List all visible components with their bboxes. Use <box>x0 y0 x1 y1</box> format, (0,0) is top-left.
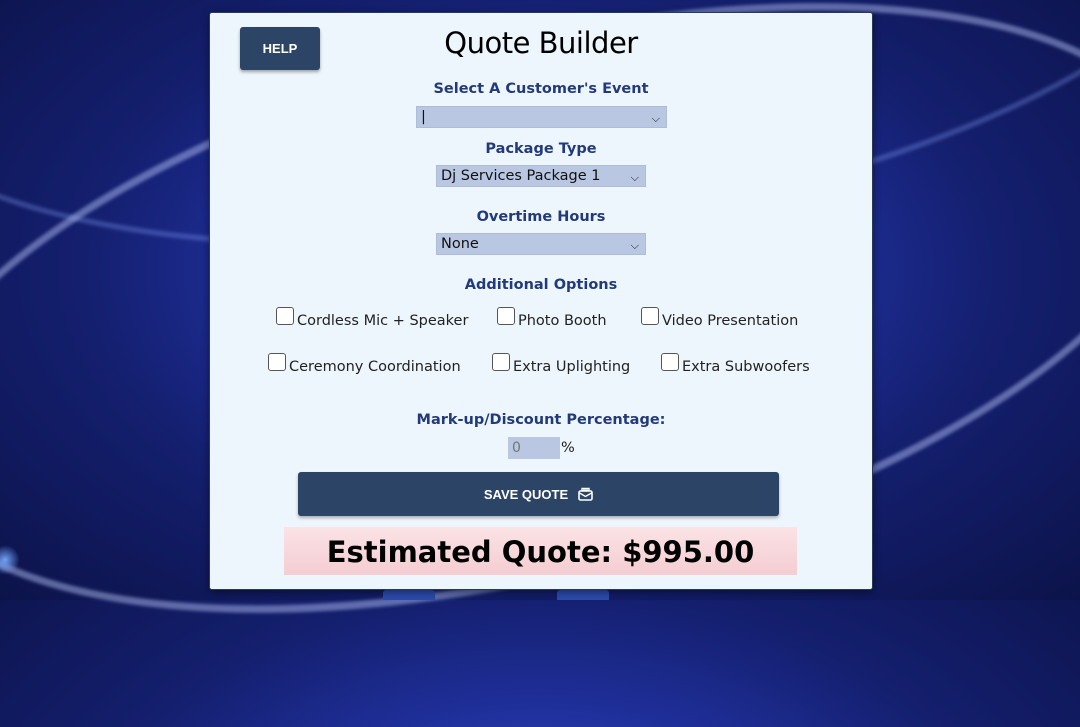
checkbox[interactable] <box>492 353 510 371</box>
markup-row: % <box>508 437 575 459</box>
chevron-down-icon: ⌵ <box>630 239 639 252</box>
page-title: Quote Builder <box>444 26 638 60</box>
checkbox[interactable] <box>661 353 679 371</box>
package-type-select[interactable]: Dj Services Package 1 ⌵ <box>436 165 646 187</box>
option-photo-booth[interactable]: Photo Booth <box>497 307 607 330</box>
percent-sign: % <box>561 440 575 456</box>
customer-event-select[interactable]: | ⌵ <box>416 106 667 128</box>
option-extra-subwoofers[interactable]: Extra Subwoofers <box>661 353 810 376</box>
markup-input[interactable] <box>508 437 560 459</box>
background-tab <box>383 590 435 600</box>
overtime-hours-value: None <box>441 236 479 252</box>
background-tab <box>557 590 609 600</box>
chevron-down-icon: ⌵ <box>651 112 660 125</box>
option-video-presentation[interactable]: Video Presentation <box>641 307 799 330</box>
additional-options-label: Additional Options <box>464 277 618 293</box>
overtime-hours-select[interactable]: None ⌵ <box>436 233 646 255</box>
option-cordless-mic[interactable]: Cordless Mic + Speaker <box>276 307 469 330</box>
checkbox[interactable] <box>276 307 294 325</box>
option-label: Video Presentation <box>662 313 799 329</box>
package-type-label: Package Type <box>485 141 597 157</box>
option-label: Extra Subwoofers <box>682 359 810 375</box>
customer-event-value: | <box>421 109 426 125</box>
checkbox[interactable] <box>497 307 515 325</box>
overtime-hours-label: Overtime Hours <box>476 209 606 225</box>
customer-event-label: Select A Customer's Event <box>433 81 649 97</box>
option-label: Cordless Mic + Speaker <box>297 313 469 329</box>
option-ceremony-coordination[interactable]: Ceremony Coordination <box>268 353 461 376</box>
package-type-value: Dj Services Package 1 <box>441 168 601 184</box>
option-label: Photo Booth <box>518 313 607 329</box>
save-quote-label: SAVE QUOTE <box>483 486 569 502</box>
markup-label: Mark-up/Discount Percentage: <box>416 412 666 428</box>
option-label: Ceremony Coordination <box>289 359 461 375</box>
save-envelope-icon <box>578 487 593 501</box>
checkbox[interactable] <box>268 353 286 371</box>
checkbox[interactable] <box>641 307 659 325</box>
option-label: Extra Uplighting <box>513 359 631 375</box>
estimated-quote: Estimated Quote: $995.00 <box>284 527 797 575</box>
quote-builder-panel: HELP Quote Builder Select A Customer's E… <box>209 12 873 590</box>
chevron-down-icon: ⌵ <box>630 171 639 184</box>
option-extra-uplighting[interactable]: Extra Uplighting <box>492 353 631 376</box>
save-quote-button[interactable]: SAVE QUOTE <box>298 472 779 516</box>
